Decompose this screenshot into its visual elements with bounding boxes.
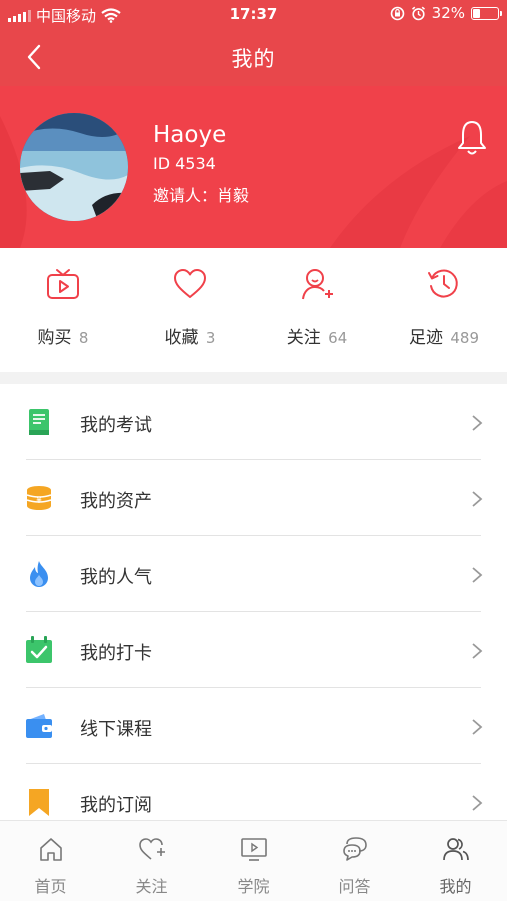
wallet-icon xyxy=(26,714,52,738)
home-icon xyxy=(40,838,62,861)
stat-label: 收藏 xyxy=(164,328,199,348)
calendar-check-icon xyxy=(26,636,52,663)
profile-id: ID 4534 xyxy=(153,154,216,173)
tv-play-icon xyxy=(47,269,79,299)
menu-item-exams[interactable]: 我的考试 xyxy=(0,384,507,460)
menu-label: 我的人气 xyxy=(80,567,152,588)
battery-percent: 32% xyxy=(431,4,465,22)
history-icon xyxy=(428,269,458,298)
status-bar: 中国移动 17:37 32% xyxy=(0,0,507,28)
menu-label: 线下课程 xyxy=(80,719,152,740)
tab-label: 我的 xyxy=(439,877,472,896)
heart-icon xyxy=(174,269,206,298)
tab-label: 关注 xyxy=(135,877,168,896)
flame-icon xyxy=(30,561,48,587)
coins-icon: ¥ xyxy=(26,486,52,510)
heart-plus-icon xyxy=(139,838,165,860)
profile-name: Haoye xyxy=(153,122,227,148)
menu-item-assets[interactable]: ¥ 我的资产 xyxy=(0,460,507,536)
monitor-play-icon xyxy=(241,838,267,861)
chevron-right-icon xyxy=(472,719,483,735)
page-title: 我的 xyxy=(231,47,276,71)
chevron-right-icon xyxy=(472,567,483,583)
tab-label: 问答 xyxy=(338,877,371,896)
users-icon xyxy=(443,838,469,861)
bookmark-icon xyxy=(29,789,49,816)
svg-text:¥: ¥ xyxy=(36,496,42,506)
stat-count: 64 xyxy=(328,329,348,347)
user-add-icon xyxy=(302,269,333,300)
chevron-right-icon xyxy=(472,643,483,659)
chevron-right-icon xyxy=(472,491,483,507)
stat-label: 关注 xyxy=(286,328,321,348)
stat-count: 8 xyxy=(78,329,89,347)
tab-label: 学院 xyxy=(237,877,270,896)
stat-count: 3 xyxy=(205,329,216,347)
menu-label: 我的考试 xyxy=(80,415,152,436)
bell-icon[interactable] xyxy=(455,119,489,157)
stat-following[interactable]: 关注 64 xyxy=(254,248,380,372)
tab-academy[interactable]: 学院 xyxy=(203,821,304,901)
tab-follow[interactable]: 关注 xyxy=(101,821,202,901)
stat-favorites[interactable]: 收藏 3 xyxy=(127,248,253,372)
nav-bar: 我的 xyxy=(0,28,507,86)
avatar-image xyxy=(20,113,128,221)
stat-count: 489 xyxy=(450,329,480,347)
menu-label: 我的打卡 xyxy=(80,643,152,664)
book-icon xyxy=(29,409,49,435)
chevron-right-icon xyxy=(472,795,483,811)
tab-label: 首页 xyxy=(34,877,67,896)
menu-label: 我的资产 xyxy=(80,491,152,512)
chat-bubbles-icon xyxy=(343,837,367,861)
menu-item-checkin[interactable]: 我的打卡 xyxy=(0,612,507,688)
stat-label: 足迹 xyxy=(408,328,443,348)
tab-mine[interactable]: 我的 xyxy=(405,821,506,901)
menu-item-popularity[interactable]: 我的人气 xyxy=(0,536,507,612)
alarm-icon xyxy=(411,6,425,20)
profile-header: Haoye ID 4534 邀请人：肖毅 xyxy=(0,86,507,248)
tab-qa[interactable]: 问答 xyxy=(304,821,405,901)
section-gap xyxy=(0,372,507,384)
profile-inviter: 邀请人：肖毅 xyxy=(153,186,250,205)
avatar[interactable] xyxy=(20,113,128,221)
stat-purchases[interactable]: 购买 8 xyxy=(0,248,126,372)
tab-bar: 首页 关注 学院 问答 我的 xyxy=(0,820,507,901)
menu-item-offline-courses[interactable]: 线下课程 xyxy=(0,688,507,764)
rotation-lock-icon xyxy=(390,6,404,20)
chevron-right-icon xyxy=(472,415,483,431)
battery-icon xyxy=(471,6,502,20)
stat-history[interactable]: 足迹 489 xyxy=(381,248,507,372)
menu-label: 我的订阅 xyxy=(80,795,152,816)
stats-row: 购买 8 收藏 3 关注 64 足迹 489 xyxy=(0,248,507,372)
stat-label: 购买 xyxy=(37,328,72,348)
tab-home[interactable]: 首页 xyxy=(0,821,101,901)
